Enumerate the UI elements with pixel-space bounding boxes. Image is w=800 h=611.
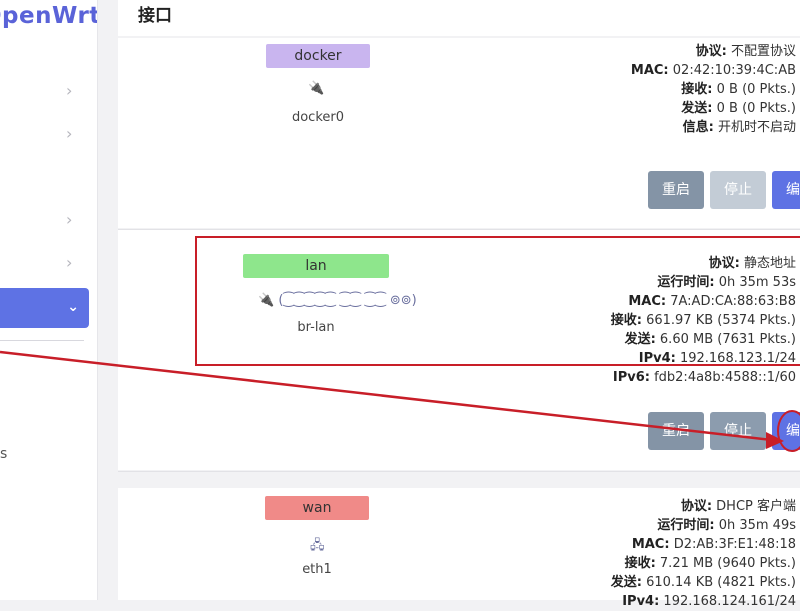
stop-button[interactable]: 停止 [710, 412, 766, 450]
annotation-highlight-box [195, 236, 800, 366]
sidebar-divider [0, 340, 84, 341]
info-row: MAC: 02:42:10:39:4C:AB [630, 63, 796, 78]
sidebar-item-network-active[interactable]: ⌄ [0, 288, 89, 328]
interface-device: eth1 [302, 562, 332, 577]
info-row: 运行时间: 0h 35m 49s [657, 518, 796, 533]
chevron-right-icon[interactable]: › [66, 126, 78, 142]
interface-device: docker0 [291, 110, 345, 125]
info-row: 接收: 7.21 MB (9640 Pkts.) [624, 556, 796, 571]
info-row: 发送: 0 B (0 Pkts.) [681, 101, 796, 116]
chevron-down-icon: ⌄ [67, 299, 79, 315]
info-row: IPv4: 192.168.124.161/24 [622, 594, 796, 609]
interface-tag: wan [265, 496, 369, 520]
info-row: 协议: DHCP 客户端 [680, 499, 796, 514]
page-header: 接口 [118, 0, 800, 36]
divider [118, 471, 800, 472]
interface-card-docker: docker 🔌 docker0 协议: 不配置协议 MAC: 02:42:10… [118, 38, 800, 228]
chevron-right-icon[interactable]: › [66, 83, 78, 99]
stop-button[interactable]: 停止 [710, 171, 766, 209]
info-row: MAC: D2:AB:3F:E1:48:18 [631, 537, 796, 552]
brand-logo[interactable]: OpenWrt [0, 0, 97, 40]
sidebar-item-label[interactable]: s [0, 446, 7, 462]
edit-button[interactable]: 编 [772, 412, 800, 450]
ethernet-port-icon: 🖧 [310, 538, 325, 553]
interface-info: 协议: DHCP 客户端 运行时间: 0h 35m 49s MAC: D2:AB… [611, 497, 796, 611]
interface-card-wan: wan 🖧 eth1 协议: DHCP 客户端 运行时间: 0h 35m 49s… [118, 488, 800, 609]
sidebar: OpenWrt › › › › ⌄ s [0, 0, 98, 600]
info-row: 发送: 610.14 KB (4821 Pkts.) [610, 575, 796, 590]
info-row: 信息: 开机时不启动 [682, 120, 796, 135]
restart-button[interactable]: 重启 [648, 171, 704, 209]
chevron-right-icon[interactable]: › [66, 255, 78, 271]
interface-tag: docker [266, 44, 370, 68]
info-row: 协议: 不配置协议 [695, 44, 796, 59]
ethernet-port-icon: 🔌 [308, 81, 325, 96]
interface-info: 协议: 不配置协议 MAC: 02:42:10:39:4C:AB 接收: 0 B… [631, 42, 796, 137]
page-title: 接口 [138, 6, 172, 26]
info-row: 接收: 0 B (0 Pkts.) [681, 82, 796, 97]
brand-text: OpenWrt [0, 3, 97, 29]
chevron-right-icon[interactable]: › [66, 212, 78, 228]
restart-button[interactable]: 重启 [648, 412, 704, 450]
edit-button[interactable]: 编 [772, 171, 800, 209]
info-row: IPv6: fdb2:4a8b:4588::1/60 [612, 370, 796, 385]
